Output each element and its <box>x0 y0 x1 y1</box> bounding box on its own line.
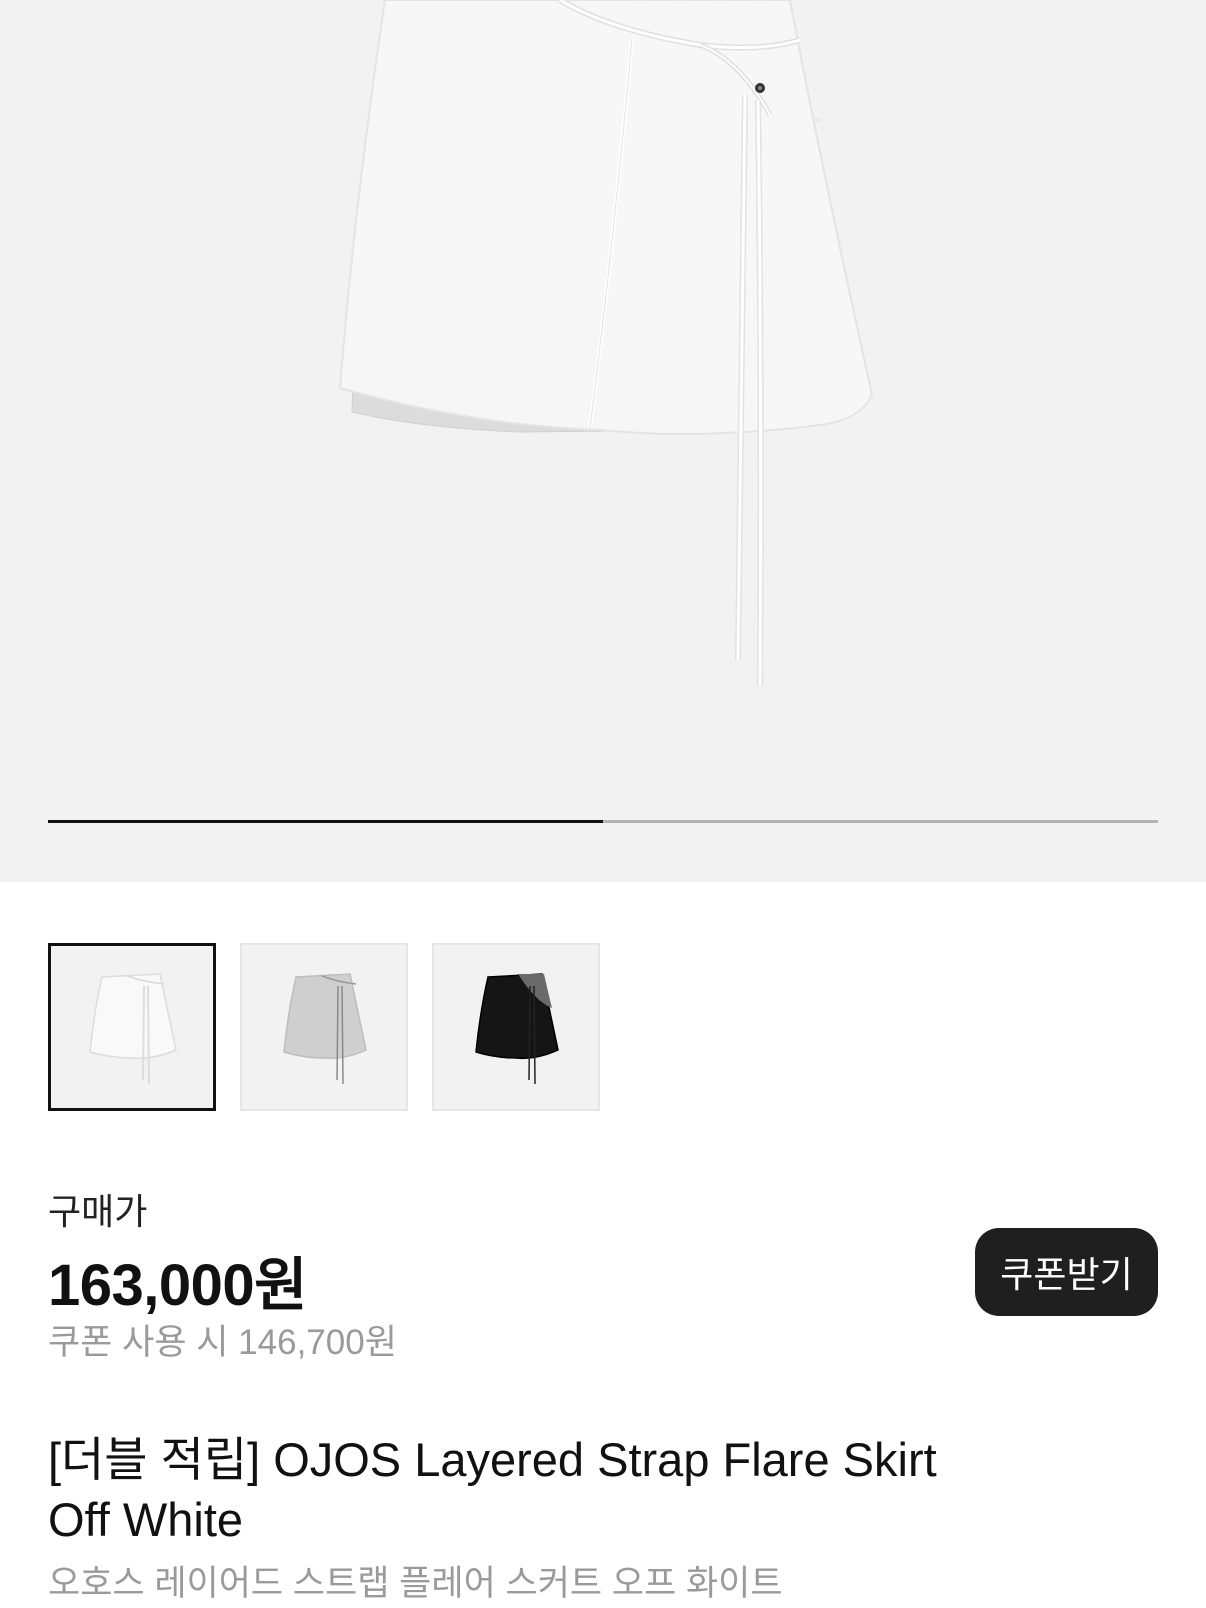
coupon-price: 쿠폰 사용 시 146,700원 <box>48 1323 397 1362</box>
gallery-progress-fill <box>48 820 603 823</box>
product-title-line-1: [더블 적립] OJOS Layered Strap Flare Skirt <box>48 1433 937 1486</box>
thumb-grey[interactable] <box>240 943 408 1111</box>
gallery-progress-bar <box>48 820 1158 823</box>
thumb-black[interactable] <box>432 943 600 1111</box>
price-amount: 163,000원 <box>48 1253 308 1318</box>
product-korean-name: 오호스 레이어드 스트랩 플레어 스커트 오프 화이트 <box>48 1564 783 1603</box>
colorway-thumbnails <box>48 943 600 1111</box>
skirt-black-icon <box>475 973 559 1085</box>
price-label: 구매가 <box>48 1191 148 1232</box>
product-detail-page: 구매가 163,000원 쿠폰 사용 시 146,700원 쿠폰받기 [더블 적… <box>0 0 1206 1608</box>
skirt-grey-icon <box>283 973 367 1085</box>
get-coupon-button[interactable]: 쿠폰받기 <box>975 1228 1158 1316</box>
skirt-off-white-icon <box>89 973 177 1085</box>
product-image-carousel[interactable] <box>0 0 1206 882</box>
product-title-line-2: Off White <box>48 1493 244 1546</box>
product-title: [더블 적립] OJOS Layered Strap Flare Skirt O… <box>48 1430 1108 1550</box>
skirt-image <box>338 0 874 687</box>
thumb-off-white[interactable] <box>48 943 216 1111</box>
